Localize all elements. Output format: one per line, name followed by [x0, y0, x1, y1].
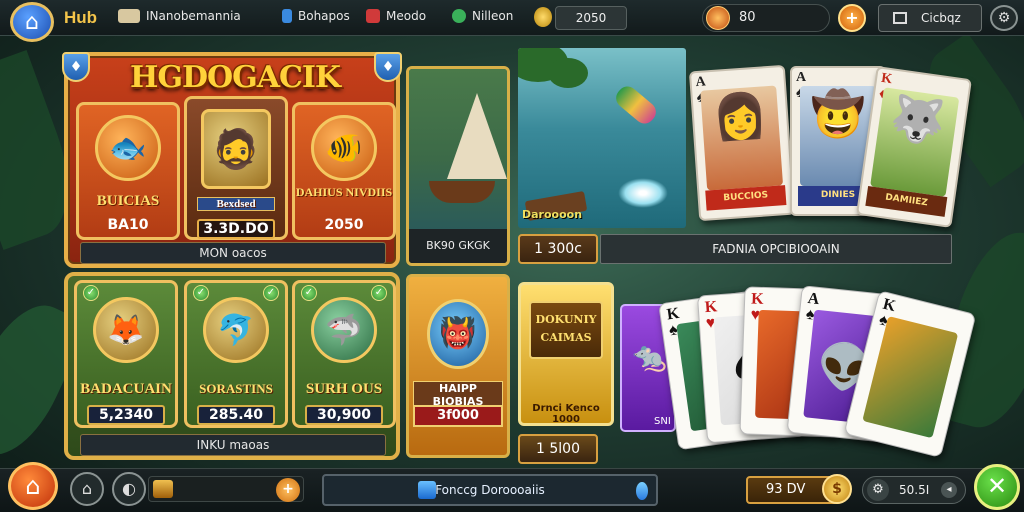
info-bar[interactable]: FADNIA OPCIBIOOAIN [600, 234, 952, 264]
gear-icon: ⚙ [867, 479, 889, 501]
nav-item-label: Nilleon [472, 9, 514, 23]
chevron-left-icon: ◂ [941, 482, 957, 498]
badge-icon: ✓ [193, 285, 209, 301]
water-caption: Daroooon [522, 208, 583, 221]
close-icon[interactable]: ✕ [974, 464, 1020, 510]
slot-name: SORASTINS [199, 381, 273, 396]
mask-icon [118, 9, 140, 23]
shield-icon[interactable]: ♦ [62, 52, 90, 82]
dragon-icon [366, 9, 380, 23]
stat-value: 50.5I [899, 483, 930, 497]
hero-portrait-icon: 🧔 [201, 109, 271, 189]
shield-icon[interactable]: ◐ [112, 472, 146, 506]
mask-value: 3f000 [413, 405, 503, 427]
shark-icon: 🦈 [311, 297, 377, 363]
water-stat: 1 300c [518, 234, 598, 264]
stat-counter[interactable]: ⚙ 50.5I ◂ [862, 476, 966, 504]
mask-icon: 👹 [427, 299, 489, 369]
nav-item-orb[interactable]: Nilleon [452, 9, 513, 23]
grid-icon [893, 12, 907, 24]
gem-icon [636, 482, 648, 500]
chest-icon [153, 480, 173, 498]
hub-label: Hub [64, 8, 98, 27]
panel-footer: INKU maoas [80, 434, 386, 456]
shield-icon[interactable]: ♦ [374, 52, 402, 82]
coin-icon [534, 7, 552, 27]
game-slot[interactable]: ✓ ✓ 🦈 SURH OUS 30,900 [292, 280, 396, 428]
fish-icon: 🐟 [95, 115, 161, 181]
slot-name: DAHIUS NIVDIIS [295, 185, 393, 199]
slot-value: 3.3D.DO [197, 219, 275, 239]
game-slot[interactable]: ✓ ✓ 🐬 SORASTINS 285.40 [184, 280, 288, 428]
gem-icon [706, 6, 730, 30]
slot-name: SURH OUS [305, 381, 383, 397]
gold-stat: 1 5l00 [518, 434, 598, 464]
slot-value: 2050 [324, 217, 364, 233]
slot-value: 5,2340 [87, 405, 165, 425]
card-art [862, 316, 959, 439]
add-currency-button[interactable]: + [838, 4, 866, 32]
boat-caption: BK90 GKGK [409, 229, 507, 263]
add-item-button[interactable]: + [276, 478, 300, 502]
card-caption: BUCCIOS [705, 185, 787, 211]
secondary-panel: ✓ 🦊 BADACUAIN 5,2340 ✓ ✓ 🐬 SORASTINS 285… [64, 272, 400, 460]
center-action-label: Fonccg Doroooaiis [435, 483, 545, 497]
nav-item-label: Meodo [386, 9, 427, 23]
slot-value: 285.40 [197, 405, 275, 425]
character-card[interactable]: A♠ 👩 BUCCIOS [688, 64, 796, 222]
coin-icon[interactable]: $ [822, 474, 852, 504]
dolphin-icon: 🐬 [203, 297, 269, 363]
splash-icon [618, 178, 668, 208]
gold-caption: Drnci Kenco 1000 [532, 403, 600, 425]
slot-name: Bexdsed [197, 197, 275, 211]
featured-panel: ♦ ♦ HGDOGACIK 🐟 BUICIAS BA10 🧔 Bexdsed 3… [62, 52, 402, 268]
nav-item-label: INanobemannia [146, 9, 241, 23]
badge-icon: ✓ [83, 285, 99, 301]
slot-value: BA10 [107, 217, 149, 233]
grid-view-label: Cicbqz [921, 11, 961, 25]
grid-view-button[interactable]: Cicbqz [878, 4, 982, 32]
boat-icon [429, 181, 495, 203]
badge-icon: ✓ [263, 285, 279, 301]
nav-item-flag[interactable]: Bohapos [282, 9, 350, 23]
coins-counter: 2050 [555, 6, 627, 30]
lure-icon [612, 82, 660, 128]
game-slot[interactable]: 🐟 BUICIAS BA10 [76, 102, 180, 240]
palm-icon [548, 58, 588, 88]
settings-icon[interactable]: ⚙ [990, 5, 1018, 31]
game-slot[interactable]: 🐠 DAHIUS NIVDIIS 2050 [292, 102, 396, 240]
nav-item-label: Bohapos [298, 9, 350, 23]
badge-icon: ✓ [371, 285, 387, 301]
boat-card[interactable]: BK90 GKGK [406, 66, 510, 266]
game-slot[interactable]: ✓ 🦊 BADACUAIN 5,2340 [74, 280, 178, 428]
house-icon[interactable]: ⌂ [70, 472, 104, 506]
mask-card[interactable]: 👹 HAIPP BIOBIAS 3f000 [406, 274, 510, 458]
slot-name: BADACUAIN [80, 381, 172, 397]
center-action-bar[interactable]: Fonccg Doroooaiis [322, 474, 658, 506]
nav-item-mask[interactable]: INanobemannia [118, 9, 241, 23]
fox-icon: 🦊 [93, 297, 159, 363]
rat-icon: 🐀 [632, 340, 667, 373]
orb-icon [452, 9, 466, 23]
home-icon[interactable]: ⌂ [8, 462, 58, 510]
game-slot[interactable]: 🧔 Bexdsed 3.3D.DO [184, 96, 288, 240]
flag-icon [282, 9, 292, 23]
boat-scene [409, 69, 507, 233]
purple-caption: SNI [654, 416, 671, 427]
character-card[interactable]: K♦ 🐺 DAMIIEZ [856, 66, 972, 228]
gold-plate: DOKUNIY CAIMAS [529, 301, 603, 359]
nav-item-dragon[interactable]: Meodo [366, 9, 426, 23]
woman-portrait-icon: 👩 [711, 89, 770, 144]
koi-icon: 🐠 [311, 115, 377, 181]
cube-icon [418, 481, 436, 499]
water-scene[interactable]: Daroooon [518, 48, 686, 228]
slot-name: BUICIAS [96, 193, 160, 209]
home-icon[interactable]: ⌂ [10, 2, 54, 42]
panel-footer: MON oacos [80, 242, 386, 264]
badge-icon: ✓ [301, 285, 317, 301]
gold-card[interactable]: DOKUNIY CAIMAS Drnci Kenco 1000 [518, 282, 614, 426]
slot-value: 30,900 [305, 405, 383, 425]
sail-icon [447, 93, 507, 179]
